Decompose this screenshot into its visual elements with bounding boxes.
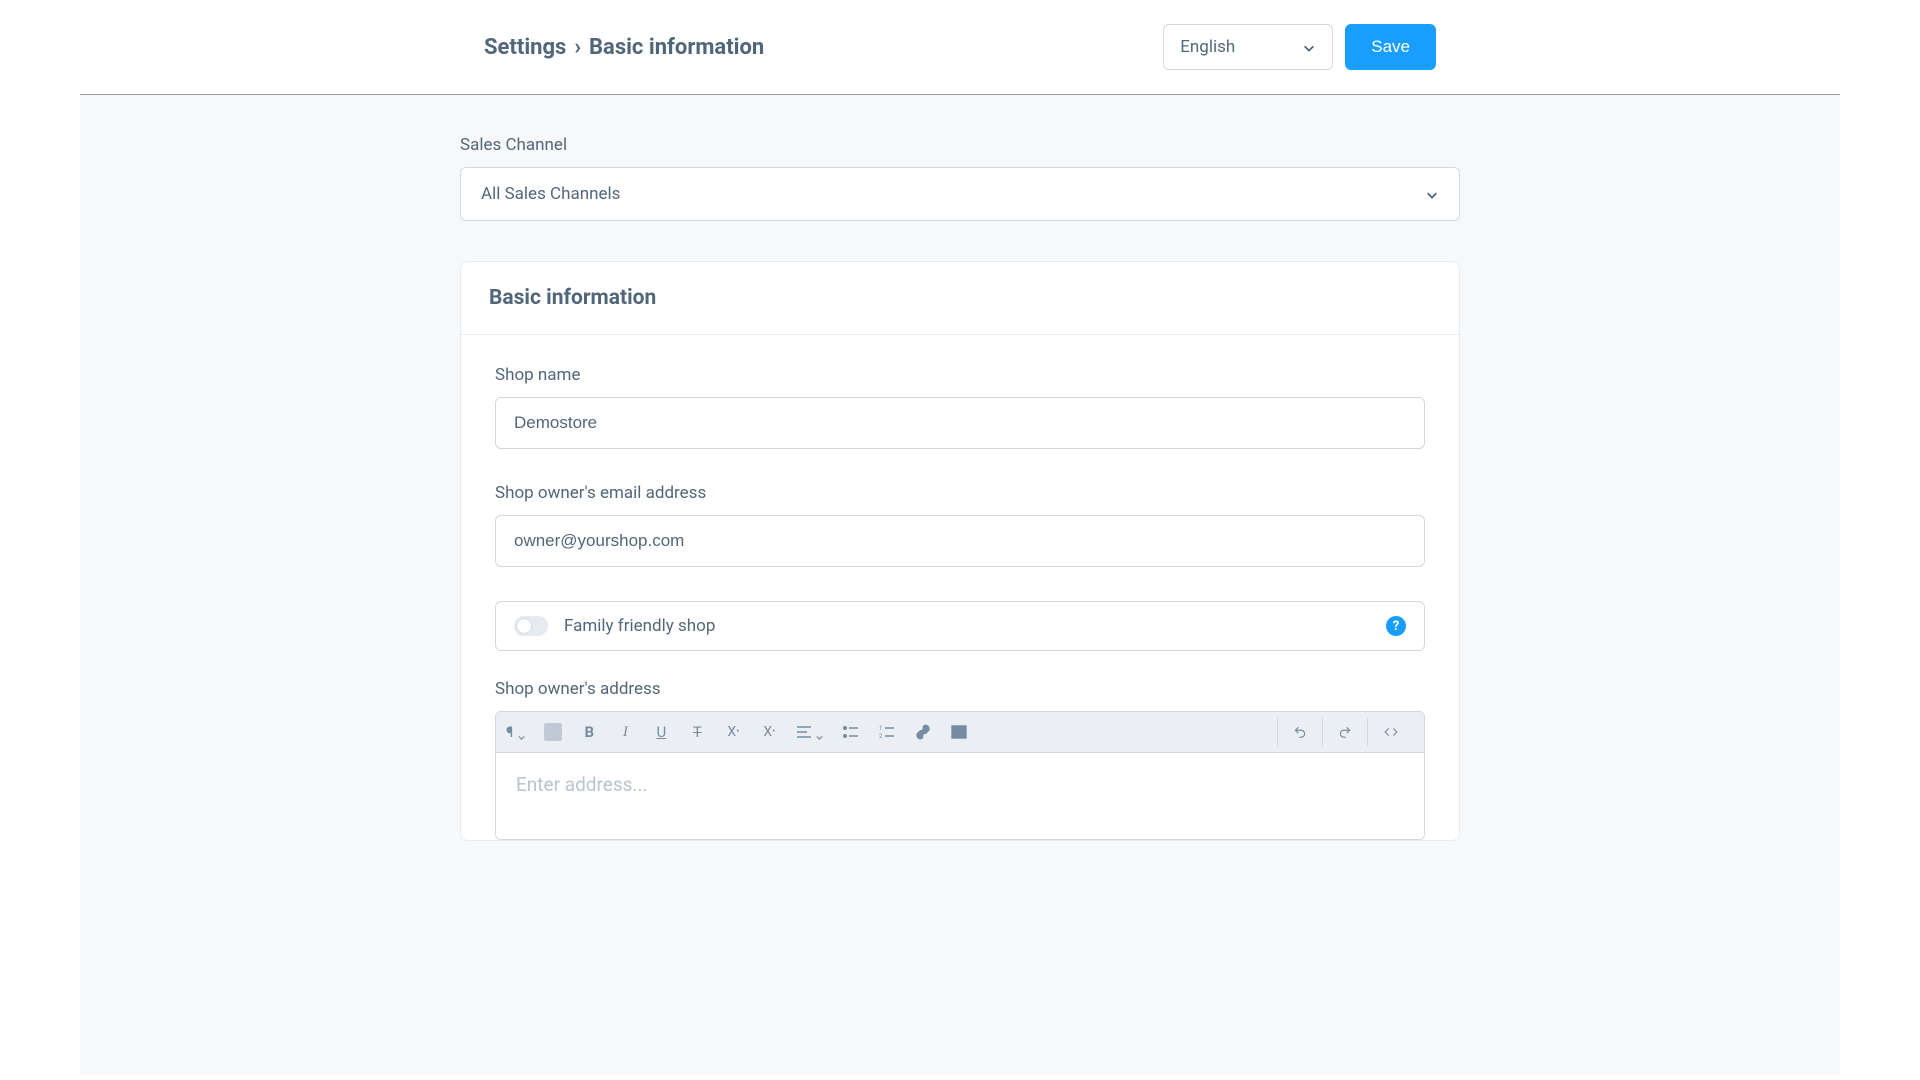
breadcrumb-separator: ›: [574, 35, 581, 60]
chevron-down-icon: [815, 728, 824, 737]
superscript-button[interactable]: X•: [724, 722, 742, 742]
table-button[interactable]: [950, 722, 968, 742]
underline-button[interactable]: U: [652, 722, 670, 742]
svg-text:1: 1: [879, 725, 882, 732]
shop-name-input[interactable]: [495, 397, 1425, 449]
strikethrough-button[interactable]: T: [688, 722, 706, 742]
fullscreen-button[interactable]: [544, 722, 562, 742]
owner-email-label: Shop owner's email address: [495, 483, 1425, 503]
paragraph-format-button[interactable]: ¶: [506, 722, 526, 742]
expand-icon: [544, 723, 562, 741]
family-friendly-label: Family friendly shop: [564, 616, 715, 636]
sales-channel-value: All Sales Channels: [481, 184, 620, 204]
breadcrumb-parent[interactable]: Settings: [484, 35, 566, 60]
redo-button[interactable]: [1322, 718, 1367, 746]
breadcrumb-current: Basic information: [589, 35, 764, 60]
owner-address-label: Shop owner's address: [495, 679, 1425, 699]
bold-button[interactable]: B: [580, 722, 598, 742]
address-editor: ¶ B I U T X• X•: [495, 711, 1425, 840]
family-friendly-row: Family friendly shop ?: [495, 601, 1425, 651]
unordered-list-button[interactable]: [842, 722, 860, 742]
sales-channel-label: Sales Channel: [460, 135, 1460, 155]
toggle-knob: [516, 618, 532, 634]
align-button[interactable]: [796, 722, 824, 742]
language-select-value: English: [1180, 37, 1235, 57]
family-friendly-toggle[interactable]: [514, 616, 548, 636]
save-button[interactable]: Save: [1345, 24, 1436, 70]
card-title: Basic information: [489, 286, 1431, 310]
italic-button[interactable]: I: [616, 722, 634, 742]
editor-toolbar: ¶ B I U T X• X•: [496, 712, 1424, 753]
address-textarea[interactable]: Enter address...: [496, 753, 1424, 839]
subscript-button[interactable]: X•: [760, 722, 778, 742]
shop-name-label: Shop name: [495, 365, 1425, 385]
svg-text:2: 2: [879, 733, 883, 739]
basic-info-card: Basic information Shop name Shop owner's…: [460, 261, 1460, 841]
address-placeholder: Enter address...: [516, 773, 647, 796]
chevron-down-icon: [1302, 40, 1316, 54]
ordered-list-button[interactable]: 12: [878, 722, 896, 742]
sales-channel-select[interactable]: All Sales Channels: [460, 167, 1460, 221]
link-button[interactable]: [914, 722, 932, 742]
help-icon[interactable]: ?: [1386, 616, 1406, 636]
owner-email-input[interactable]: [495, 515, 1425, 567]
code-view-button[interactable]: [1367, 718, 1414, 746]
undo-button[interactable]: [1277, 718, 1322, 746]
chevron-down-icon: [1425, 187, 1439, 201]
language-select[interactable]: English: [1163, 24, 1333, 70]
chevron-down-icon: [517, 728, 526, 737]
breadcrumb: Settings › Basic information: [484, 35, 764, 60]
